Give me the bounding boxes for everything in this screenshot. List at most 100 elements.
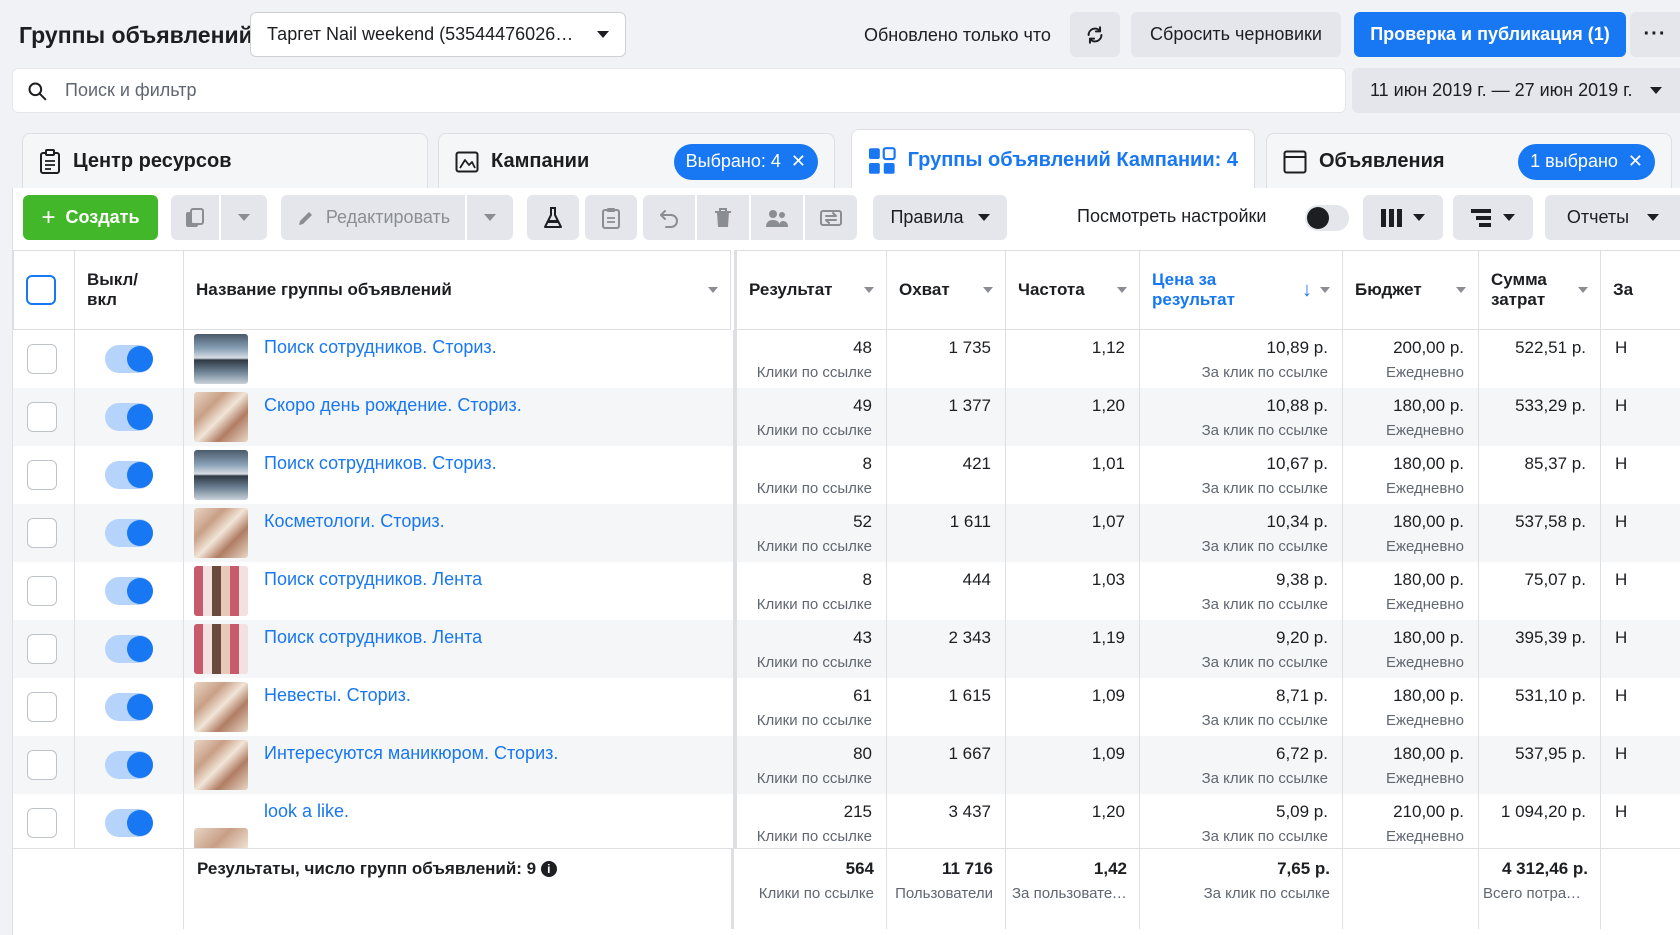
row-checkbox[interactable]: [27, 692, 57, 722]
create-button[interactable]: + Создать: [23, 195, 158, 240]
date-range-picker[interactable]: 11 июн 2019 г. — 27 июн 2019 г.: [1352, 68, 1680, 113]
on-off-toggle[interactable]: [105, 809, 153, 837]
column-header-budget[interactable]: Бюджет: [1343, 250, 1479, 330]
select-all-checkbox[interactable]: [26, 275, 56, 305]
more-options-button[interactable]: ···: [1630, 12, 1680, 57]
table-row[interactable]: Поиск сотрудников. Сториз. 8 Клики по ссыл…: [13, 446, 1680, 504]
table-row[interactable]: Невесты. Сториз. 61 Клики по ссылке 1 615 1,…: [13, 678, 1680, 736]
table-row[interactable]: Поиск сотрудников. Сториз. 48 Клики по ссы…: [13, 330, 1680, 388]
toggle-knob: [127, 462, 153, 488]
tab-ad-sets[interactable]: Группы объявлений Кампании: 4: [851, 129, 1255, 191]
breakdown-button[interactable]: [1453, 195, 1533, 240]
ab-test-button[interactable]: [527, 195, 579, 240]
table-row[interactable]: Скоро день рождение. Сториз. 49 Клики по с…: [13, 388, 1680, 446]
on-off-toggle[interactable]: [105, 519, 153, 547]
tab-resource-center[interactable]: Центр ресурсов: [22, 133, 428, 189]
on-off-toggle[interactable]: [105, 577, 153, 605]
ad-set-name-link[interactable]: Поиск сотрудников. Сториз.: [264, 453, 497, 474]
row-name-cell: look a like.: [184, 794, 734, 852]
review-publish-button[interactable]: Проверка и публикация (1): [1354, 12, 1626, 57]
table-row[interactable]: Косметологи. Сториз. 52 Клики по ссылке 1 6…: [13, 504, 1680, 562]
ad-set-name-link[interactable]: Поиск сотрудников. Сториз.: [264, 337, 497, 358]
close-icon[interactable]: ✕: [791, 151, 806, 172]
breakdown-icon: [1471, 208, 1491, 227]
row-checkbox[interactable]: [27, 576, 57, 606]
row-toggle-cell: [75, 504, 184, 562]
on-off-toggle[interactable]: [105, 345, 153, 373]
selected-pill[interactable]: 1 выбрано ✕: [1518, 143, 1655, 180]
ad-set-name-link[interactable]: Интересуются маникюром. Сториз.: [264, 743, 558, 764]
close-icon[interactable]: ✕: [1628, 151, 1643, 172]
row-checkbox[interactable]: [27, 460, 57, 490]
row-checkbox[interactable]: [27, 808, 57, 838]
column-header-reach[interactable]: Охват: [887, 250, 1006, 330]
row-name-cell: Интересуются маникюром. Сториз.: [184, 736, 734, 794]
edit-button[interactable]: Редактировать: [281, 195, 465, 240]
row-spent-value: 85,37 р.: [1524, 454, 1586, 473]
columns-button[interactable]: [1363, 195, 1443, 240]
search-input[interactable]: [65, 80, 1265, 101]
table-row[interactable]: look a like. 215 Клики по ссылке 3 437 1,20 5…: [13, 794, 1680, 852]
table-row[interactable]: Поиск сотрудников. Лента 43 Клики по ссылк…: [13, 620, 1680, 678]
on-off-toggle[interactable]: [105, 461, 153, 489]
refresh-button[interactable]: [1070, 12, 1120, 57]
row-result-cell: 49 Клики по ссылке: [734, 388, 887, 446]
row-reach-cell: 444: [887, 562, 1006, 620]
row-cost-value: 8,71 р.: [1276, 686, 1328, 705]
ad-set-name-link[interactable]: Поиск сотрудников. Лента: [264, 627, 482, 648]
column-header-cost[interactable]: Цена за результат ↓: [1140, 250, 1343, 330]
ad-set-name-link[interactable]: look a like.: [264, 801, 349, 822]
export-button[interactable]: [805, 195, 857, 240]
info-icon[interactable]: i: [540, 861, 557, 877]
ad-set-name-link[interactable]: Невесты. Сториз.: [264, 685, 411, 706]
row-reach-cell: 1 735: [887, 330, 1006, 388]
undo-button[interactable]: [643, 195, 695, 240]
edit-dropdown[interactable]: [467, 195, 513, 240]
column-header-name[interactable]: Название группы объявлений: [184, 250, 731, 330]
column-header-spent[interactable]: Сумма затрат: [1479, 250, 1601, 330]
table-row[interactable]: Интересуются маникюром. Сториз. 80 Клики п…: [13, 736, 1680, 794]
column-header-frequency[interactable]: Частота: [1006, 250, 1140, 330]
selected-pill[interactable]: Выбрано: 4 ✕: [673, 143, 818, 180]
row-checkbox[interactable]: [27, 402, 57, 432]
row-checkbox[interactable]: [27, 750, 57, 780]
row-checkbox[interactable]: [27, 518, 57, 548]
duplicate-button[interactable]: [171, 195, 219, 240]
row-toggle-cell: [75, 330, 184, 388]
paste-button[interactable]: [585, 195, 637, 240]
table-row[interactable]: Поиск сотрудников. Лента 8 Клики по ссылке…: [13, 562, 1680, 620]
discard-drafts-button[interactable]: Сбросить черновики: [1131, 12, 1341, 57]
delete-button[interactable]: [697, 195, 749, 240]
row-frequency-value: 1,03: [1091, 570, 1125, 589]
rules-button[interactable]: Правила: [873, 195, 1007, 240]
chevron-down-icon: [484, 214, 496, 221]
on-off-toggle[interactable]: [105, 751, 153, 779]
row-frequency-cell: 1,01: [1006, 446, 1140, 504]
row-reach-cell: 1 667: [887, 736, 1006, 794]
ad-set-name-link[interactable]: Поиск сотрудников. Лента: [264, 569, 482, 590]
view-settings-toggle[interactable]: [1305, 205, 1349, 231]
on-off-toggle[interactable]: [105, 635, 153, 663]
tab-ads[interactable]: Объявления 1 выбрано ✕: [1266, 133, 1672, 189]
on-off-toggle[interactable]: [105, 693, 153, 721]
row-budget-sub: Ежедневно: [1385, 364, 1464, 381]
row-checkbox[interactable]: [27, 344, 57, 374]
row-cost-sub: За клик по ссылке: [1201, 828, 1328, 845]
duplicate-dropdown[interactable]: [221, 195, 267, 240]
campaign-select[interactable]: Таргет Nail weekend (535444760265...: [250, 12, 626, 57]
column-header-result[interactable]: Результат: [734, 250, 887, 330]
ad-set-name-link[interactable]: Косметологи. Сториз.: [264, 511, 445, 532]
row-reach-value: 1 667: [948, 744, 991, 763]
totals-reach: 11 716 Пользователи: [887, 849, 1006, 929]
row-checkbox[interactable]: [27, 634, 57, 664]
reports-button[interactable]: Отчеты: [1545, 195, 1680, 240]
ad-set-name-link[interactable]: Скоро день рождение. Сториз.: [264, 395, 522, 416]
edit-label: Редактировать: [325, 207, 451, 227]
row-spent-cell: 522,51 р.: [1479, 330, 1601, 388]
column-header-onoff[interactable]: Выкл/ вкл: [75, 250, 184, 330]
column-header-next[interactable]: За: [1601, 250, 1680, 330]
tab-campaigns[interactable]: Кампании Выбрано: 4 ✕: [438, 133, 835, 189]
audience-button[interactable]: [751, 195, 803, 240]
row-cost-cell: 10,88 р. За клик по ссылке: [1140, 388, 1343, 446]
on-off-toggle[interactable]: [105, 403, 153, 431]
